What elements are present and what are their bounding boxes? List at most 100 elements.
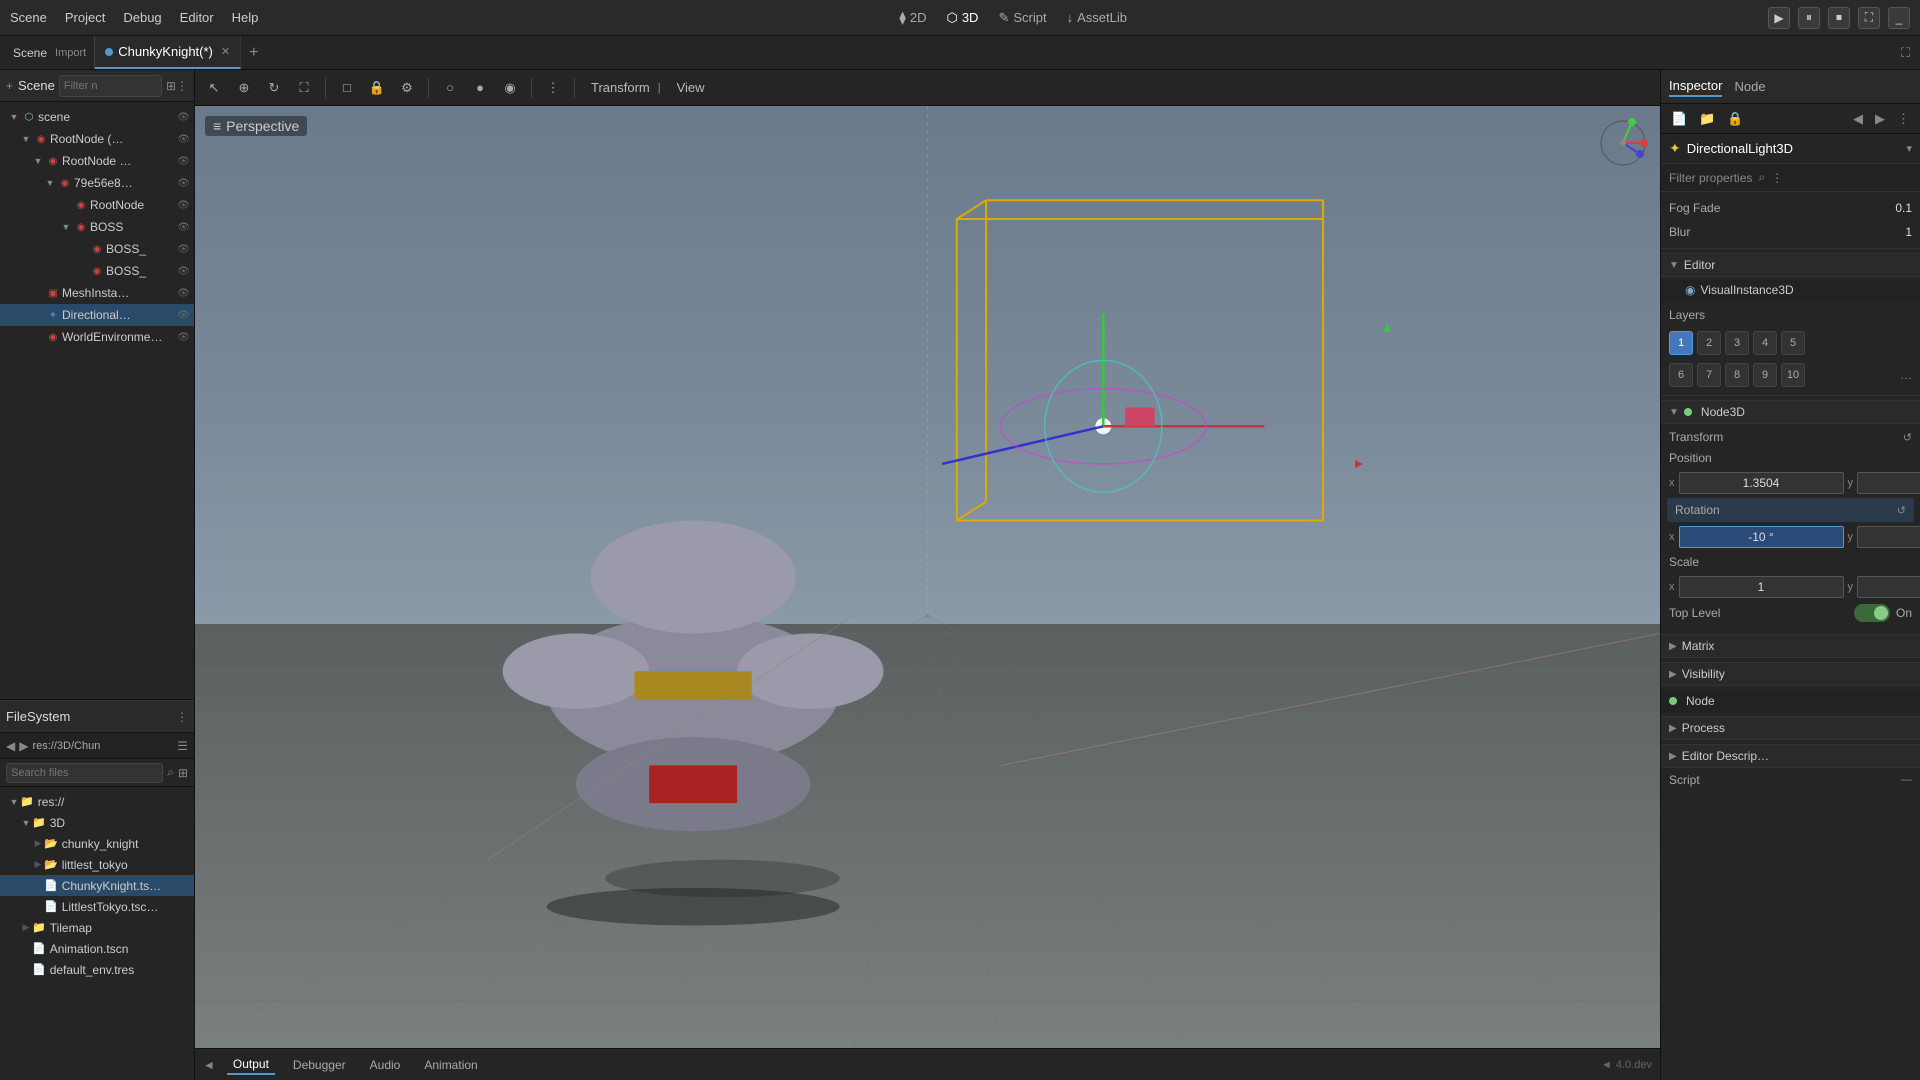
nav-back-btn[interactable]: ◀	[6, 739, 15, 753]
visibility-icon[interactable]: 👁	[177, 134, 190, 145]
tree-item[interactable]: ▶ ◉ BOSS_ 👁	[0, 260, 194, 282]
layer-8-btn[interactable]: 8	[1725, 363, 1749, 387]
scale-tool-btn[interactable]: ⛶	[291, 75, 317, 101]
visibility-section-header[interactable]: ▶ Visibility	[1661, 662, 1920, 686]
rotation-x-input[interactable]	[1679, 526, 1844, 548]
tab-debugger[interactable]: Debugger	[287, 1056, 352, 1074]
fs-layout-btn[interactable]: ☰	[177, 739, 188, 753]
tab-close-btn[interactable]: ✕	[221, 45, 230, 58]
tree-item-selected[interactable]: ▶ ✦ Directional… 👁	[0, 304, 194, 326]
scene-add-btn[interactable]: +	[6, 79, 13, 93]
layer-4-btn[interactable]: 4	[1753, 331, 1777, 355]
layer-6-btn[interactable]: 6	[1669, 363, 1693, 387]
visibility-icon[interactable]: 👁	[177, 310, 190, 321]
play-button[interactable]: ▶	[1768, 7, 1790, 29]
tree-item[interactable]: ▼ ⬡ scene 👁	[0, 106, 194, 128]
fs-item[interactable]: ▼ 📁 3D	[0, 812, 194, 833]
fs-search-input[interactable]	[6, 763, 163, 783]
tab-node[interactable]: Node	[1734, 77, 1765, 96]
editor-section-header[interactable]: ▼ Editor	[1661, 253, 1920, 277]
mode-3d[interactable]: ⬡ 3D	[946, 10, 978, 26]
layer-3-btn[interactable]: 3	[1725, 331, 1749, 355]
active-tab[interactable]: ChunkyKnight(*) ✕	[95, 36, 241, 69]
insp-menu-btn[interactable]: ⋮	[1893, 109, 1914, 129]
node-subsection[interactable]: Node	[1661, 690, 1920, 712]
fs-item[interactable]: ▶ 📄 LittlestTokyo.tsc…	[0, 896, 194, 917]
visibility-icon[interactable]: 👁	[177, 156, 190, 167]
fs-item-active[interactable]: ▶ 📄 ChunkyKnight.ts…	[0, 875, 194, 896]
rotation-y-input[interactable]	[1857, 526, 1920, 548]
insp-nav-next[interactable]: ▶	[1871, 109, 1889, 129]
layer-9-btn[interactable]: 9	[1753, 363, 1777, 387]
tab-animation[interactable]: Animation	[418, 1056, 483, 1074]
tree-item[interactable]: ▼ ◉ 79e56e8… 👁	[0, 172, 194, 194]
menu-editor[interactable]: Editor	[180, 10, 214, 25]
perspective-label[interactable]: ≡ Perspective	[205, 116, 307, 136]
box-tool-btn[interactable]: □	[334, 75, 360, 101]
process-section-header[interactable]: ▶ Process	[1661, 716, 1920, 740]
tree-item[interactable]: ▶ ◉ RootNode 👁	[0, 194, 194, 216]
position-y-input[interactable]	[1857, 472, 1920, 494]
fs-item[interactable]: ▶ 📁 Tilemap	[0, 917, 194, 938]
lock-btn[interactable]: 🔒	[364, 75, 390, 101]
view-label[interactable]: View	[677, 80, 705, 95]
visibility-icon[interactable]: 👁	[177, 222, 190, 233]
visibility-icon[interactable]: 👁	[177, 178, 190, 189]
tree-item[interactable]: ▼ ◉ RootNode (… 👁	[0, 128, 194, 150]
viewport-gizmo[interactable]: X Y	[1598, 118, 1648, 168]
tab-inspector[interactable]: Inspector	[1669, 76, 1722, 97]
minimize-button[interactable]: _	[1888, 7, 1910, 29]
layer-7-btn[interactable]: 7	[1697, 363, 1721, 387]
tab-output[interactable]: Output	[227, 1055, 275, 1075]
tab-expand-btn[interactable]: ⛶	[1891, 45, 1920, 61]
fs-menu-btn[interactable]: ⋮	[176, 710, 188, 724]
top-level-toggle[interactable]	[1854, 604, 1890, 622]
nav-forward-btn[interactable]: ▶	[19, 739, 28, 753]
blur-value[interactable]: 1	[1769, 225, 1912, 239]
tab-add-btn[interactable]: +	[241, 44, 266, 62]
tree-item[interactable]: ▶ ◉ WorldEnvironme… 👁	[0, 326, 194, 348]
pause-button[interactable]: ⏸	[1798, 7, 1820, 29]
transform-label[interactable]: Transform	[591, 80, 650, 95]
fs-item[interactable]: ▶ 📄 default_env.tres	[0, 959, 194, 980]
scene-filter-input[interactable]	[64, 80, 157, 92]
layer-extra-btn[interactable]: …	[1900, 368, 1912, 382]
maximize-button[interactable]: ⛶	[1858, 7, 1880, 29]
fs-item[interactable]: ▼ 📁 res://	[0, 791, 194, 812]
position-x-input[interactable]	[1679, 472, 1844, 494]
mode-2d[interactable]: ⧫ 2D	[899, 10, 926, 26]
move-tool-btn[interactable]: ⊕	[231, 75, 257, 101]
scale-y-input[interactable]	[1857, 576, 1920, 598]
visual-instance-subsection[interactable]: ◉ VisualInstance3D	[1661, 279, 1920, 301]
mode-script[interactable]: ✎ Script	[998, 10, 1046, 26]
rotate-tool-btn[interactable]: ↻	[261, 75, 287, 101]
visibility-icon[interactable]: 👁	[177, 112, 190, 123]
layer-2-btn[interactable]: 2	[1697, 331, 1721, 355]
scene-filter-icon[interactable]: ⊞	[166, 79, 176, 93]
visibility-icon[interactable]: 👁	[177, 288, 190, 299]
layer-1-btn[interactable]: 1	[1669, 331, 1693, 355]
mode-assetlib[interactable]: ↓ AssetLib	[1067, 10, 1127, 25]
tree-item[interactable]: ▶ ▣ MeshInsta… 👁	[0, 282, 194, 304]
stop-button[interactable]: ⏹	[1828, 7, 1850, 29]
insp-history-btn[interactable]: 📄	[1667, 109, 1691, 129]
fs-search-icon[interactable]: ⌕	[167, 765, 174, 780]
fs-item[interactable]: ▶ 📄 Animation.tscn	[0, 938, 194, 959]
node-dropdown-btn[interactable]: ▾	[1906, 142, 1912, 155]
select-tool-btn[interactable]: ↖	[201, 75, 227, 101]
insp-folder-btn[interactable]: 📁	[1695, 109, 1719, 129]
layer-5-btn[interactable]: 5	[1781, 331, 1805, 355]
scale-x-input[interactable]	[1679, 576, 1844, 598]
matrix-section-header[interactable]: ▶ Matrix	[1661, 634, 1920, 658]
visibility-icon[interactable]: 👁	[177, 244, 190, 255]
insp-lock-btn[interactable]: 🔒	[1723, 109, 1747, 129]
tree-item[interactable]: ▼ ◉ RootNode … 👁	[0, 150, 194, 172]
editor-desc-section-header[interactable]: ▶ Editor Descrip…	[1661, 744, 1920, 768]
snap-btn[interactable]: ○	[437, 75, 463, 101]
fs-item[interactable]: ▶ 📂 chunky_knight	[0, 833, 194, 854]
transform-refresh-btn[interactable]: ↺	[1903, 431, 1912, 444]
fs-item[interactable]: ▶ 📂 littlest_tokyo	[0, 854, 194, 875]
rotation-refresh-icon[interactable]: ↺	[1897, 504, 1906, 517]
tab-audio[interactable]: Audio	[364, 1056, 407, 1074]
grid-btn[interactable]: ●	[467, 75, 493, 101]
